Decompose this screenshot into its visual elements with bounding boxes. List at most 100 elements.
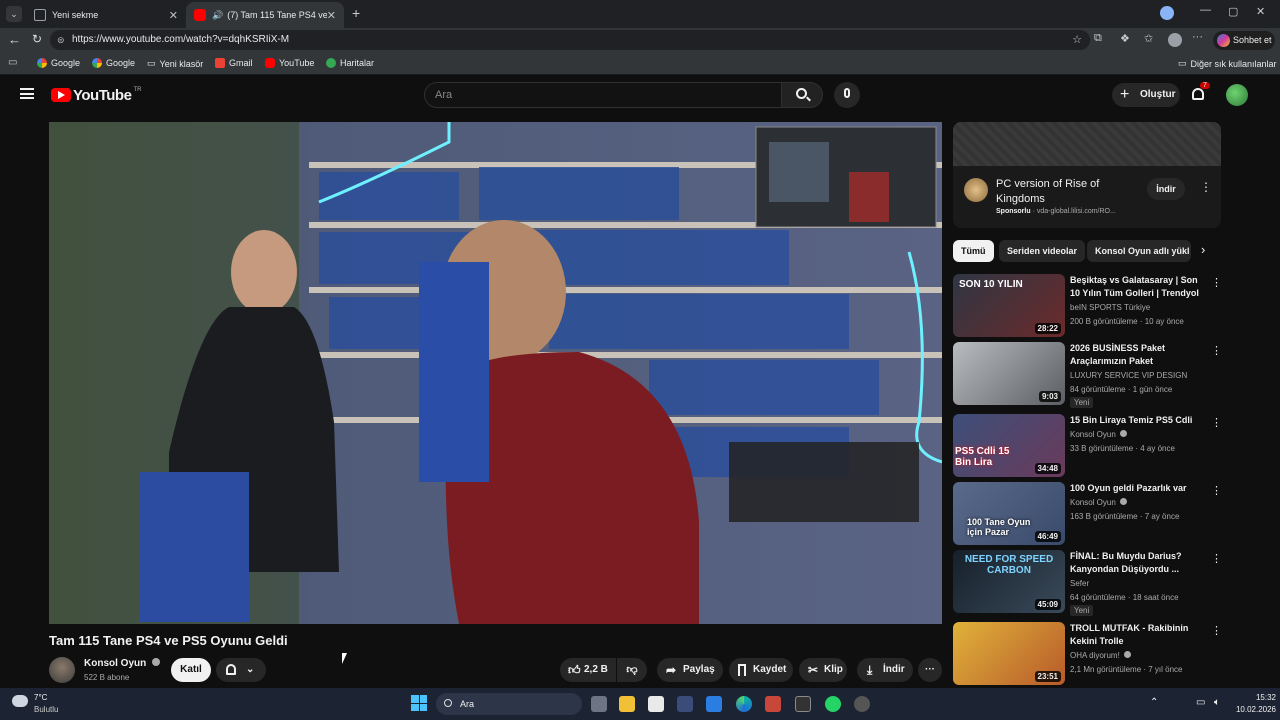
new-tab-button[interactable]: + [352,5,360,21]
collections-icon[interactable]: ❖ [1120,32,1130,45]
weather-widget[interactable]: 7°C Bulutlu [12,692,72,716]
video-thumbnail[interactable]: PS5 Cdli 15 Bin Lira 34:48 [953,414,1065,477]
more-vertical-icon[interactable]: ⋮ [1211,344,1222,357]
close-window-icon[interactable]: ✕ [1256,5,1265,18]
chevron-right-icon[interactable]: › [1201,242,1205,257]
maximize-icon[interactable]: ▢ [1228,5,1238,18]
rec-channel[interactable]: OHA diyorum! [1070,651,1132,660]
rec-channel[interactable]: Konsol Oyun [1070,498,1128,507]
extensions-icon[interactable]: ⧉ [1094,32,1102,45]
voice-search-button[interactable] [834,82,860,108]
video-player[interactable] [49,122,942,624]
speaker-icon[interactable]: 🔊 [212,10,223,21]
copilot-chat-button[interactable]: Sohbet et [1213,31,1275,50]
favorites-icon[interactable]: ✩ [1144,32,1153,45]
list-item[interactable]: 9:03 2026 BUSİNESS Paket Araçlarımızın P… [953,342,1222,408]
youtube-logo[interactable]: YouTube TR [51,86,141,104]
network-icon[interactable]: ▭ [1196,697,1205,708]
ad-download-button[interactable]: İndir [1147,178,1185,200]
bookmark-google-1[interactable]: Google [37,58,80,68]
app-icon[interactable] [677,696,693,712]
rec-channel[interactable]: Konsol Oyun [1070,430,1128,439]
search-input[interactable]: Ara [424,82,782,108]
hamburger-menu-icon[interactable] [20,88,34,99]
channel-avatar[interactable] [49,657,75,683]
like-button[interactable]: 👍︎ 2,2 B [560,658,616,682]
close-tab-icon[interactable]: ✕ [327,9,336,22]
clip-button[interactable]: ✂ Klip [799,658,847,682]
share-button[interactable]: ➦ Paylaş [657,658,723,682]
ad-more-icon[interactable]: ⋮ [1200,180,1212,194]
save-button[interactable]: Kaydet [729,658,793,682]
more-menu-icon[interactable]: ··· [1192,31,1203,43]
rec-title[interactable]: FİNAL: Bu Muydu Darius? Kanyondan Düşüyo… [1070,550,1205,576]
list-item[interactable]: PS5 Cdli 15 Bin Lira 34:48 15 Bin Liraya… [953,414,1222,478]
back-icon[interactable]: ← [8,32,21,47]
app-icon-2[interactable] [795,696,811,712]
create-button[interactable]: + Oluştur [1112,83,1180,107]
chip-channel[interactable]: Konsol Oyun adlı yükl [1087,240,1191,262]
list-item[interactable]: 23:51 TROLL MUTFAK - Rakibinin Kekini Tr… [953,622,1222,686]
rec-title[interactable]: TROLL MUTFAK - Rakibinin Kekini Trolle [1070,622,1205,648]
sidebar-toggle-icon[interactable]: ▭ [8,57,17,68]
bookmark-google-2[interactable]: Google [92,58,135,68]
rec-title[interactable]: 2026 BUSİNESS Paket Araçlarımızın Paket … [1070,342,1205,368]
bookmark-maps[interactable]: Haritalar [326,58,374,68]
video-thumbnail[interactable]: 100 Tane Oyun için Pazar 46:49 [953,482,1065,545]
tab-new-tab[interactable]: Yeni sekme ✕ [26,2,186,28]
list-item[interactable]: SON 10 YILIN 28:22 Beşiktaş vs Galatasar… [953,274,1222,338]
bookmark-youtube[interactable]: YouTube [265,58,314,68]
start-button[interactable] [411,695,427,711]
more-vertical-icon[interactable]: ⋮ [1211,552,1222,565]
edge-icon[interactable] [736,696,752,712]
site-info-icon[interactable]: ⊜ [57,30,65,50]
rec-channel[interactable]: LUXURY SERVICE VIP DESIGN [1070,371,1187,380]
file-explorer-icon[interactable] [619,696,635,712]
video-thumbnail[interactable]: 23:51 [953,622,1065,685]
video-thumbnail[interactable]: 9:03 [953,342,1065,405]
join-button[interactable]: Katıl [171,658,211,682]
notifications-button[interactable]: 7 [1190,82,1210,104]
bookmark-other-favorites[interactable]: ▭ Diğer sık kullanılanlar [1178,58,1277,69]
video-thumbnail[interactable]: SON 10 YILIN 28:22 [953,274,1065,337]
rec-title[interactable]: Beşiktaş vs Galatasaray | Son 10 Yılın T… [1070,274,1205,300]
chip-all[interactable]: Tümü [953,240,994,262]
ad-title[interactable]: PC version of Rise of Kingdoms [996,177,1136,207]
mail-icon[interactable] [706,696,722,712]
task-view-icon[interactable] [591,696,607,712]
favorite-star-icon[interactable]: ☆ [1072,30,1082,50]
more-vertical-icon[interactable]: ⋮ [1211,276,1222,289]
app-icon-3[interactable] [854,696,870,712]
ad-card[interactable]: PC version of Rise of Kingdoms Sponsorlu… [953,122,1221,228]
channel-name[interactable]: Konsol Oyun [84,658,161,669]
subscription-bell-button[interactable]: ⌄ [216,658,266,682]
close-tab-icon[interactable]: ✕ [169,9,178,22]
dislike-button[interactable]: 👎︎ [617,658,647,682]
clock[interactable]: 15:32 10.02.2026 [1232,692,1276,716]
rec-channel[interactable]: Sefer [1070,579,1089,588]
profile-avatar-icon[interactable] [1160,6,1174,20]
video-thumbnail[interactable]: NEED FOR SPEED CARBON 45:09 [953,550,1065,613]
reload-icon[interactable]: ↻ [32,32,42,46]
rec-title[interactable]: 100 Oyun geldi Pazarlık var [1070,482,1205,495]
more-vertical-icon[interactable]: ⋮ [1211,416,1222,429]
bookmark-folder[interactable]: ▭ Yeni klasör [147,58,203,69]
download-button[interactable]: ⤓ İndir [857,658,913,682]
tab-menu-icon[interactable]: ⌄ [6,6,22,22]
list-item[interactable]: NEED FOR SPEED CARBON 45:09 FİNAL: Bu Mu… [953,550,1222,616]
chevron-up-icon[interactable]: ⌃ [1150,697,1158,708]
photos-icon[interactable] [765,696,781,712]
more-vertical-icon[interactable]: ⋮ [1211,624,1222,637]
whatsapp-icon[interactable] [825,696,841,712]
more-vertical-icon[interactable]: ⋮ [1211,484,1222,497]
tab-youtube-video[interactable]: 🔊 (7) Tam 115 Tane PS4 ve PS5 O ✕ [186,2,344,28]
store-icon[interactable] [648,696,664,712]
search-button[interactable] [781,82,823,108]
volume-icon[interactable]: 🔈︎ [1214,697,1220,708]
url-field[interactable]: ⊜ https://www.youtube.com/watch?v=dqhKSR… [50,30,1090,50]
more-actions-button[interactable]: ··· [918,658,942,682]
account-avatar[interactable] [1226,84,1248,106]
rec-title[interactable]: 15 Bin Liraya Temiz PS5 Cdli [1070,414,1205,427]
taskbar-search[interactable]: Ara [436,693,582,715]
list-item[interactable]: 100 Tane Oyun için Pazar 46:49 100 Oyun … [953,482,1222,546]
